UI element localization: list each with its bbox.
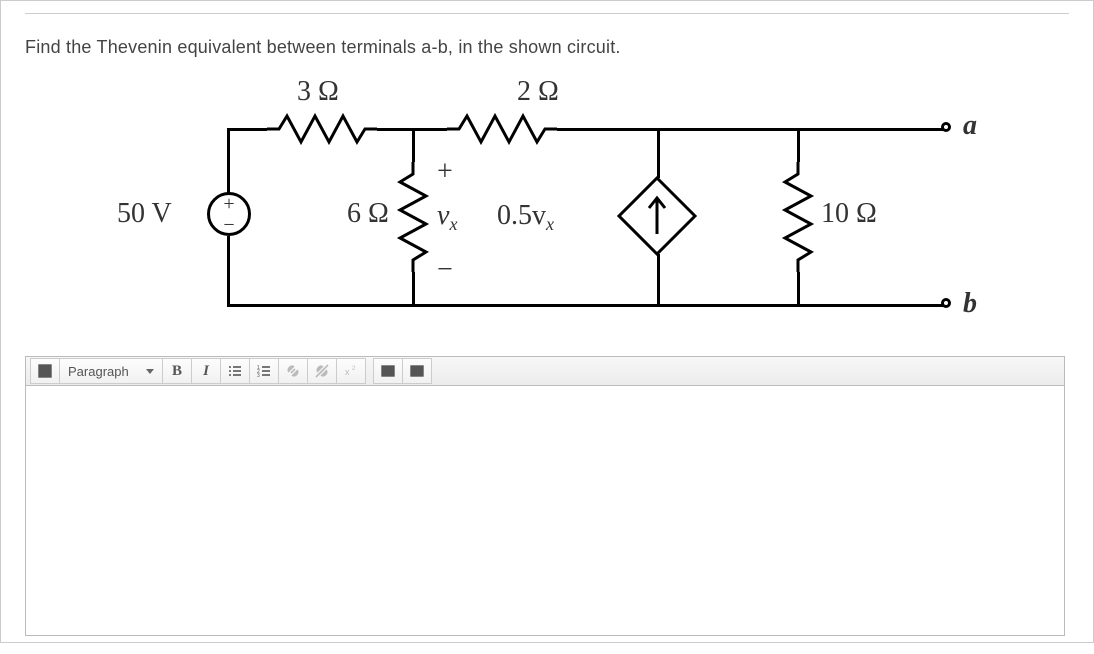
card-divider — [25, 13, 1069, 14]
label-r1: 3 Ω — [297, 76, 339, 108]
paragraph-format-label: Paragraph — [68, 364, 129, 379]
dependent-source — [617, 176, 697, 256]
resistor-r4 — [781, 162, 815, 272]
source-plus: + — [223, 193, 234, 216]
wire — [227, 236, 230, 306]
dep-source-label: 0.5vx — [497, 200, 554, 232]
answer-textarea[interactable] — [25, 386, 1065, 636]
vx-label: vx — [437, 200, 457, 232]
editor-toolbar: Paragraph B I 1 2 3 — [25, 356, 1065, 386]
resistor-r1 — [267, 112, 377, 146]
label-r4: 10 Ω — [821, 198, 877, 230]
source-minus: − — [223, 214, 234, 237]
fullscreen-button[interactable] — [30, 358, 60, 384]
vx-minus: − — [437, 254, 453, 286]
svg-text:3: 3 — [257, 373, 260, 379]
unordered-list-button[interactable] — [220, 358, 250, 384]
wire — [657, 128, 660, 178]
insert-image-button[interactable] — [373, 358, 403, 384]
superscript-button[interactable]: x 2 — [336, 358, 366, 384]
paragraph-format-dropdown[interactable]: Paragraph — [59, 358, 163, 384]
vx-plus: + — [437, 156, 453, 188]
label-r3: 2 Ω — [517, 76, 559, 108]
wire — [227, 128, 230, 194]
terminal-a-label: a — [963, 110, 977, 142]
resistor-r2 — [396, 162, 430, 272]
wire — [657, 254, 660, 306]
resistor-r3 — [447, 112, 557, 146]
label-r2: 6 Ω — [347, 198, 389, 230]
wire — [797, 128, 800, 162]
remove-link-button[interactable] — [307, 358, 337, 384]
terminal-b — [941, 298, 951, 308]
insert-link-button[interactable] — [278, 358, 308, 384]
chevron-down-icon — [146, 369, 154, 374]
wire — [412, 272, 415, 306]
circuit-figure: + − — [117, 68, 977, 338]
ordered-list-button[interactable]: 1 2 3 — [249, 358, 279, 384]
insert-media-button[interactable] — [402, 358, 432, 384]
question-text: Find the Thevenin equivalent between ter… — [25, 37, 1069, 58]
wire — [797, 272, 800, 306]
terminal-b-label: b — [963, 288, 977, 320]
label-source: 50 V — [117, 198, 172, 230]
svg-text:x: x — [345, 367, 350, 377]
terminal-a — [941, 122, 951, 132]
wire — [557, 128, 947, 131]
answer-editor: Paragraph B I 1 2 3 — [25, 356, 1065, 636]
bold-button[interactable]: B — [162, 358, 192, 384]
wire — [227, 304, 947, 307]
wire — [227, 128, 267, 131]
voltage-source: + − — [207, 192, 251, 236]
wire — [412, 128, 415, 162]
italic-button[interactable]: I — [191, 358, 221, 384]
svg-text:2: 2 — [352, 366, 356, 372]
